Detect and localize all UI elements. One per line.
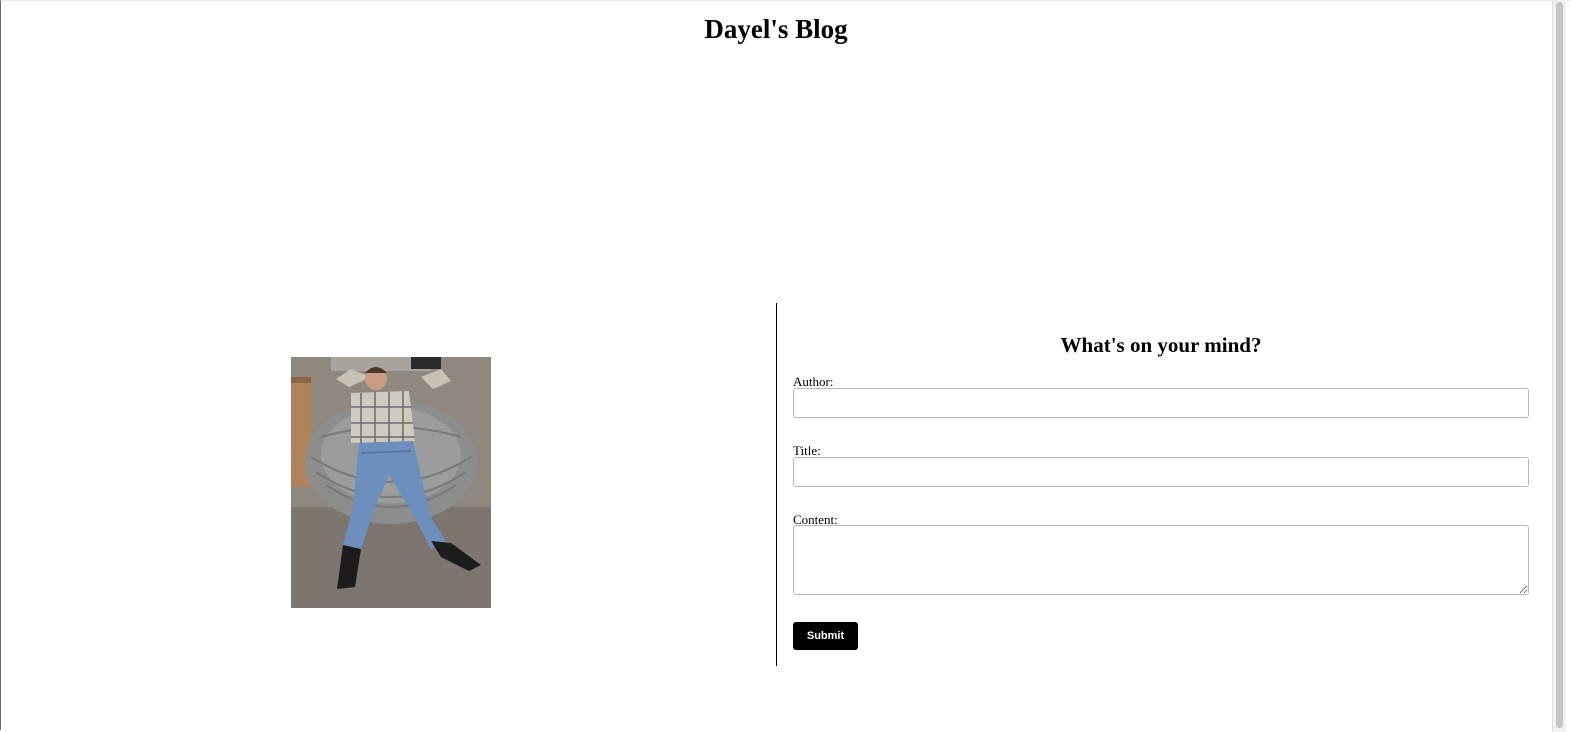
content-textarea[interactable] [793, 525, 1529, 595]
author-input[interactable] [793, 388, 1529, 418]
scrollbar-thumb[interactable] [1556, 2, 1563, 728]
form-heading: What's on your mind? [1060, 333, 1262, 357]
title-input[interactable] [793, 457, 1529, 487]
title-label: Title: [793, 443, 821, 458]
browser-viewport [0, 0, 1570, 730]
blog-photo [291, 357, 491, 608]
page-title: Dayel's Blog [704, 14, 848, 44]
vertical-scrollbar[interactable] [1552, 0, 1566, 732]
column-divider [776, 303, 777, 666]
submit-button[interactable]: Submit [793, 622, 858, 650]
author-label: Author: [793, 374, 834, 389]
